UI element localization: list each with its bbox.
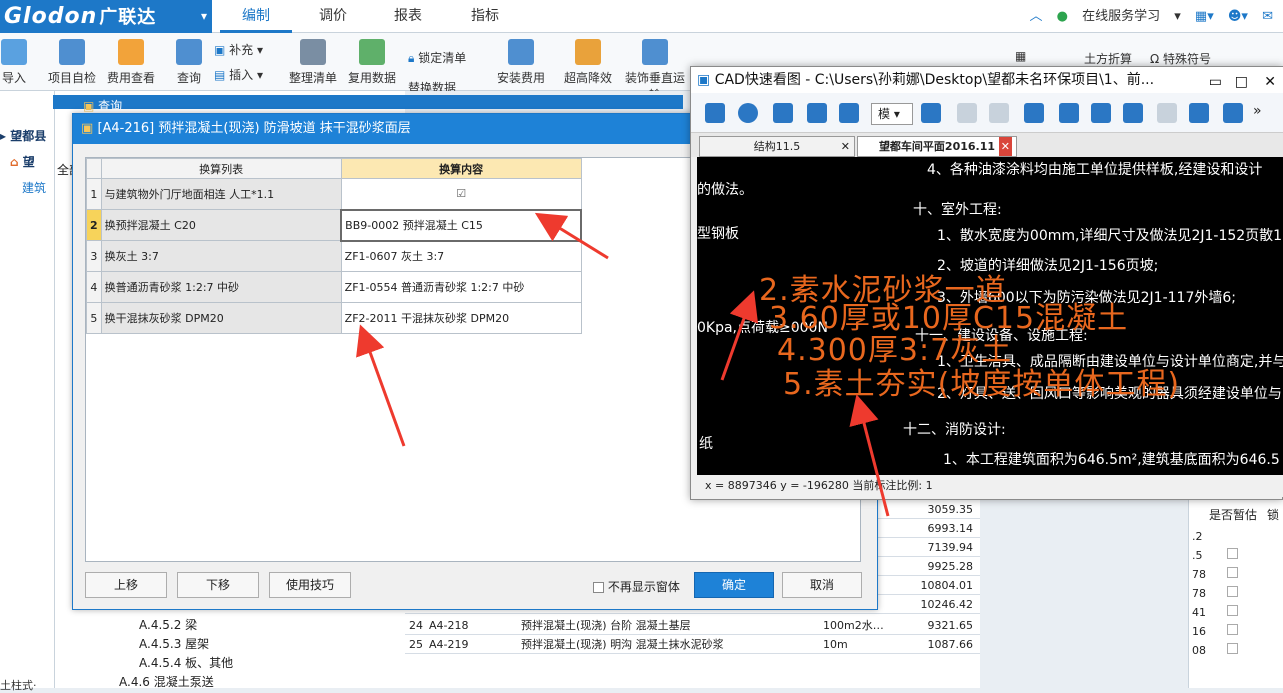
annotation-arrows: [356, 212, 890, 517]
arrow-to-soil-note: [849, 394, 890, 517]
arrow-to-content-cell: [534, 212, 609, 260]
arrow-to-dry-mortar-row: [356, 324, 406, 447]
arrow-to-cement-note: [720, 290, 759, 381]
